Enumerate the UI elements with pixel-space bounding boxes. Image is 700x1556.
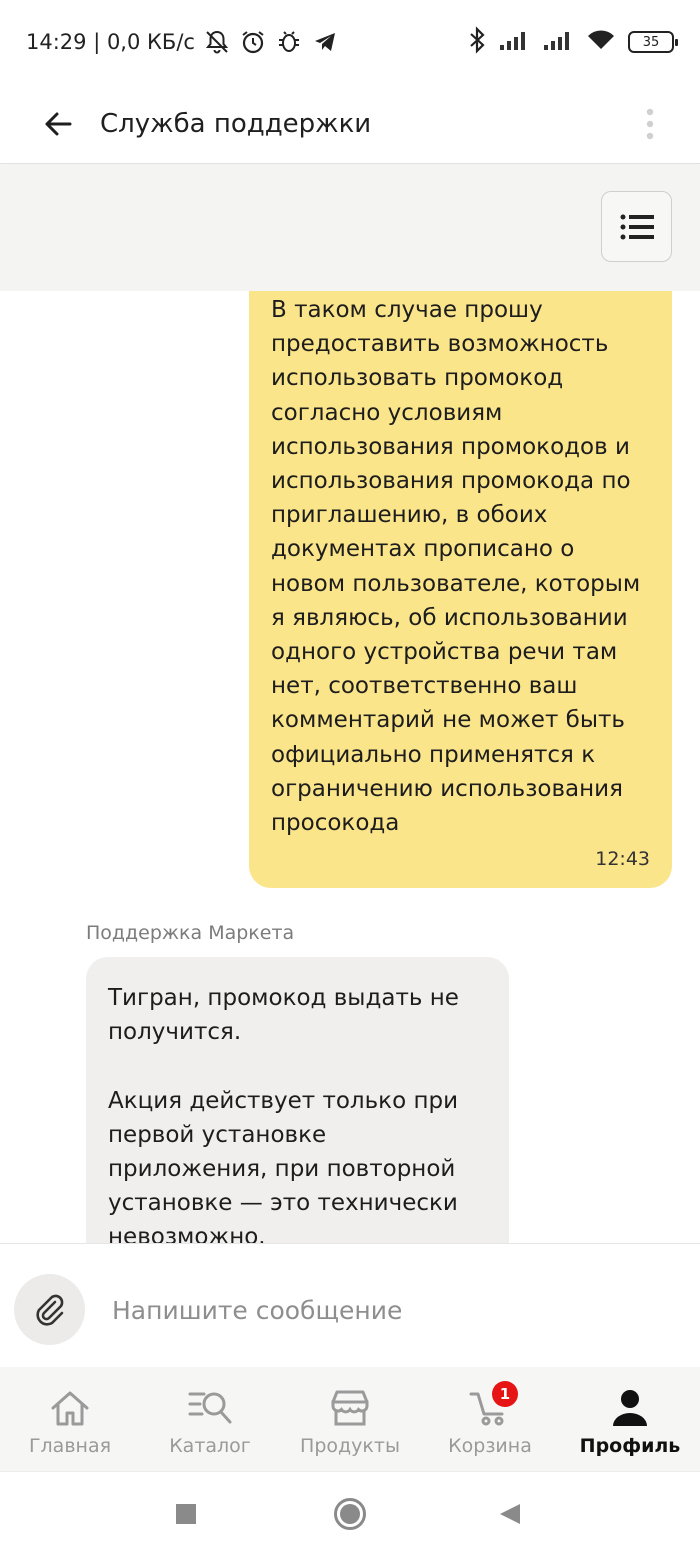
- nav-item-profile[interactable]: Профиль: [560, 1367, 700, 1471]
- catalog-search-icon: [188, 1387, 232, 1429]
- attach-button[interactable]: [14, 1274, 85, 1345]
- message-text: В таком случае прошу предоставить возмож…: [271, 297, 641, 837]
- sender-name: Поддержка Маркета: [86, 922, 295, 944]
- chat-area: В таком случае прошу предоставить возмож…: [0, 291, 700, 1243]
- back-button[interactable]: [30, 94, 86, 154]
- status-time: 14:29 | 0,0 КБ/с: [26, 30, 195, 54]
- wifi-icon: [586, 28, 616, 56]
- bug-icon: [275, 28, 303, 56]
- paperclip-icon: [35, 1294, 63, 1326]
- menu-button[interactable]: [601, 191, 672, 262]
- system-nav-bar: [0, 1471, 700, 1556]
- bell-muted-icon: [203, 28, 231, 56]
- triangle-back-icon: [500, 1504, 520, 1524]
- nav-label: Главная: [28, 1435, 112, 1457]
- nav-label: Каталог: [169, 1435, 251, 1457]
- message-text: Тигран, промокод выдать не получится. Ак…: [108, 985, 459, 1243]
- nav-label: Профиль: [579, 1435, 681, 1457]
- message-time: 12:43: [595, 848, 650, 870]
- status-right: 35: [468, 26, 678, 58]
- page-title: Служба поддержки: [100, 109, 372, 139]
- battery-icon: 35: [628, 31, 678, 53]
- incoming-message: Тигран, промокод выдать не получится. Ак…: [86, 957, 509, 1243]
- signal-icon-2: [542, 28, 574, 56]
- recent-apps-button[interactable]: [166, 1494, 206, 1534]
- status-bar: 14:29 | 0,0 КБ/с 35: [0, 0, 700, 84]
- store-icon: [328, 1387, 372, 1429]
- more-vertical-icon: [646, 108, 654, 140]
- arrow-left-icon: [45, 112, 72, 136]
- app-header: Служба поддержки: [0, 84, 700, 164]
- cart-badge: 1: [492, 1381, 518, 1407]
- outgoing-message: В таком случае прошу предоставить возмож…: [249, 291, 672, 888]
- more-options-button[interactable]: [630, 94, 670, 154]
- home-system-button[interactable]: [330, 1494, 370, 1534]
- alarm-icon: [239, 28, 267, 56]
- profile-icon: [608, 1387, 652, 1429]
- square-icon: [176, 1504, 196, 1524]
- nav-label: Продукты: [300, 1435, 400, 1457]
- signal-icon: [498, 28, 530, 56]
- message-composer: [0, 1243, 700, 1367]
- back-system-button[interactable]: [490, 1494, 530, 1534]
- circle-icon: [334, 1498, 366, 1530]
- bottom-nav: Главная Каталог Продукты Корзина Профиль: [0, 1367, 700, 1471]
- list-menu-icon: [620, 214, 654, 239]
- nav-item-products[interactable]: Продукты: [280, 1367, 420, 1471]
- nav-item-catalog[interactable]: Каталог: [140, 1367, 280, 1471]
- message-input[interactable]: [112, 1280, 672, 1340]
- chat-toolbar: [0, 165, 700, 291]
- nav-item-home[interactable]: Главная: [0, 1367, 140, 1471]
- status-left: 14:29 | 0,0 КБ/с: [26, 26, 339, 58]
- nav-item-cart[interactable]: Корзина: [420, 1367, 560, 1471]
- home-icon: [48, 1387, 92, 1429]
- nav-label: Корзина: [448, 1435, 532, 1457]
- telegram-icon: [311, 28, 339, 56]
- bluetooth-icon: [468, 26, 486, 58]
